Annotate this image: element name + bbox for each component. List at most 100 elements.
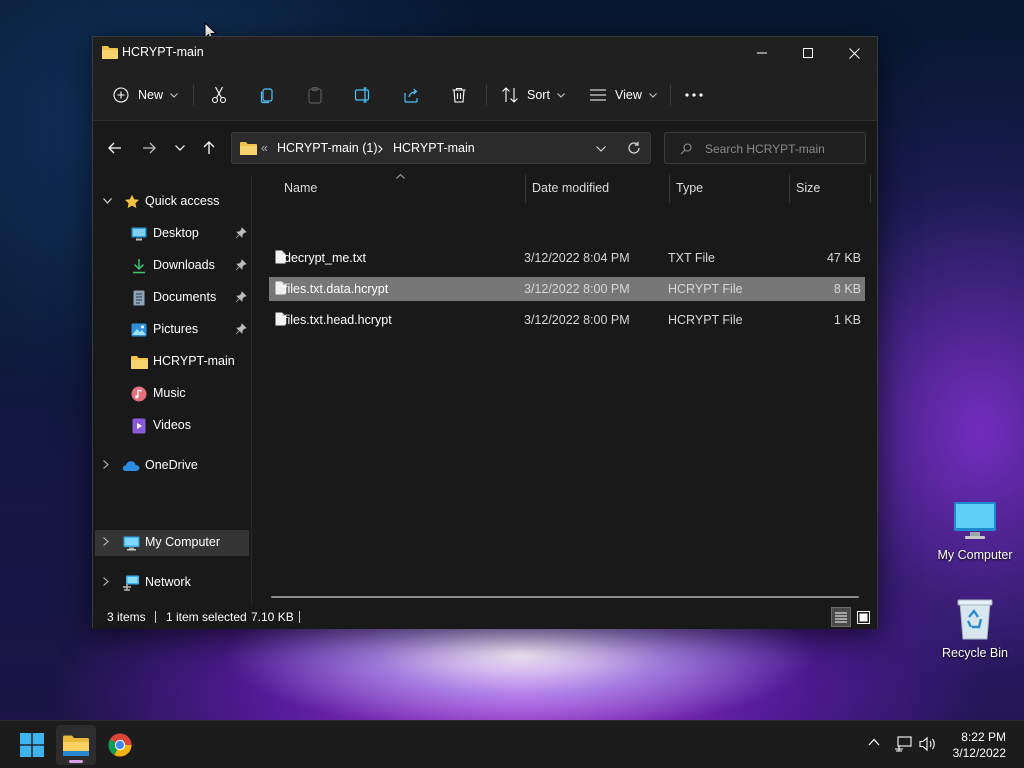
- star-icon: [123, 193, 141, 211]
- sidebar-item-quick-access[interactable]: Quick access: [95, 189, 249, 215]
- chevron-right-icon[interactable]: [103, 577, 109, 586]
- taskbar-chrome[interactable]: [100, 725, 140, 765]
- cut-button[interactable]: [210, 79, 228, 111]
- share-button[interactable]: [402, 79, 420, 111]
- minimize-button[interactable]: [739, 37, 785, 69]
- details-view-button[interactable]: [831, 607, 851, 627]
- chevron-down-icon[interactable]: [103, 198, 112, 204]
- back-button[interactable]: [100, 135, 130, 161]
- pictures-icon: [130, 321, 148, 339]
- chevron-right-icon[interactable]: [103, 537, 109, 546]
- thumbnail-view-button[interactable]: [853, 607, 873, 627]
- column-header-size[interactable]: Size: [790, 175, 871, 203]
- rename-icon: [354, 87, 370, 103]
- delete-button[interactable]: [450, 79, 468, 111]
- column-divider[interactable]: [870, 175, 871, 203]
- system-clock[interactable]: 8:22 PM 3/12/2022: [953, 729, 1006, 761]
- file-list: Name Date modified Type Size decrypt_me.…: [261, 174, 871, 595]
- sidebar-item-documents[interactable]: Documents: [95, 285, 249, 311]
- sidebar-item-label: Music: [153, 386, 186, 400]
- sidebar-item-label: Documents: [153, 290, 217, 304]
- show-hidden-icons-button[interactable]: [868, 738, 880, 746]
- up-button[interactable]: [194, 135, 224, 161]
- sidebar-item-network[interactable]: Network: [95, 570, 249, 596]
- recent-locations-button[interactable]: [165, 135, 195, 161]
- breadcrumb-item-parent[interactable]: HCRYPT-main (1): [277, 141, 377, 155]
- column-header-type[interactable]: Type: [670, 175, 790, 203]
- column-header-name[interactable]: Name: [261, 175, 526, 203]
- file-row-files-txt-data-hcrypt[interactable]: files.txt.data.hcrypt 3/12/2022 8:00 PM …: [269, 277, 865, 301]
- pin-icon: [235, 259, 247, 271]
- file-type: TXT File: [668, 251, 715, 265]
- pin-icon: [235, 323, 247, 335]
- breadcrumb-item-current[interactable]: HCRYPT-main: [393, 141, 475, 155]
- more-options-button[interactable]: [685, 79, 703, 111]
- file-row-decrypt-me-txt[interactable]: decrypt_me.txt 3/12/2022 8:04 PM TXT Fil…: [269, 246, 865, 270]
- close-button[interactable]: [831, 37, 877, 69]
- column-header-label: Name: [284, 181, 318, 195]
- address-bar[interactable]: « HCRYPT-main (1) HCRYPT-main: [231, 132, 651, 164]
- sidebar-item-music[interactable]: Music: [95, 381, 249, 407]
- status-bar: 3 items 1 item selected 7.10 KB: [93, 605, 877, 629]
- file-explorer-window: HCRYPT-main New Sort View « HCRYPT-main …: [92, 36, 878, 629]
- chevron-right-icon[interactable]: [103, 460, 109, 469]
- copy-button[interactable]: [258, 79, 276, 111]
- active-app-indicator: [69, 760, 83, 763]
- toolbar-separator: [670, 85, 671, 105]
- sidebar-item-label: OneDrive: [145, 458, 198, 472]
- horizontal-scrollbar[interactable]: [271, 596, 859, 598]
- chevron-down-icon: [649, 92, 657, 98]
- rename-button[interactable]: [354, 79, 372, 111]
- sort-icon: [502, 87, 518, 103]
- maximize-button[interactable]: [785, 37, 831, 69]
- thumbnail-view-icon: [856, 610, 870, 624]
- desktop-icon-my-computer[interactable]: My Computer: [933, 498, 1017, 562]
- details-view-icon: [835, 612, 847, 622]
- file-date: 3/12/2022 8:04 PM: [524, 251, 630, 265]
- window-title: HCRYPT-main: [122, 45, 204, 59]
- sidebar-item-onedrive[interactable]: OneDrive: [95, 453, 249, 479]
- chevron-down-icon[interactable]: [596, 146, 606, 152]
- file-size: 8 KB: [833, 282, 861, 296]
- chevron-right-icon: [378, 145, 383, 153]
- file-row-files-txt-head-hcrypt[interactable]: files.txt.head.hcrypt 3/12/2022 8:00 PM …: [269, 308, 865, 332]
- refresh-icon[interactable]: [627, 141, 641, 155]
- column-header-date-modified[interactable]: Date modified: [526, 175, 670, 203]
- sidebar-item-downloads[interactable]: Downloads: [95, 253, 249, 279]
- close-icon: [848, 47, 860, 59]
- forward-button[interactable]: [134, 135, 164, 161]
- status-divider: [155, 611, 156, 623]
- sort-label: Sort: [527, 88, 550, 102]
- sidebar-item-hcrypt-main[interactable]: HCRYPT-main: [95, 349, 249, 375]
- new-button[interactable]: New: [113, 79, 178, 111]
- sidebar-item-desktop[interactable]: Desktop: [95, 221, 249, 247]
- title-bar[interactable]: HCRYPT-main: [93, 37, 877, 69]
- taskbar-file-explorer[interactable]: [56, 725, 96, 765]
- paste-button[interactable]: [306, 79, 324, 111]
- network-icon: [122, 574, 140, 592]
- folder-icon: [240, 142, 257, 155]
- breadcrumb-overflow[interactable]: «: [261, 141, 268, 155]
- search-input[interactable]: Search HCRYPT-main: [664, 132, 866, 164]
- chevron-down-icon: [170, 92, 178, 98]
- sidebar-item-my-computer[interactable]: My Computer: [95, 530, 249, 556]
- arrow-right-icon: [143, 142, 156, 154]
- network-status-button[interactable]: [894, 736, 912, 752]
- computer-icon: [952, 498, 998, 544]
- desktop-icon-label: Recycle Bin: [942, 646, 1008, 660]
- pane-divider[interactable]: [251, 175, 252, 605]
- command-bar: New Sort View: [93, 69, 877, 121]
- file-size: 47 KB: [826, 251, 861, 265]
- sidebar-item-pictures[interactable]: Pictures: [95, 317, 249, 343]
- start-button[interactable]: [12, 725, 52, 765]
- file-size: 1 KB: [833, 313, 861, 327]
- sort-button[interactable]: Sort: [501, 79, 565, 111]
- desktop-icon-recycle-bin[interactable]: Recycle Bin: [933, 596, 1017, 660]
- view-button[interactable]: View: [590, 79, 657, 111]
- volume-button[interactable]: [919, 736, 937, 752]
- desktop-icon: [130, 225, 148, 243]
- arrow-left-icon: [108, 142, 121, 154]
- chrome-icon: [108, 733, 132, 757]
- sidebar-item-videos[interactable]: Videos: [95, 413, 249, 439]
- cloud-icon: [122, 457, 140, 475]
